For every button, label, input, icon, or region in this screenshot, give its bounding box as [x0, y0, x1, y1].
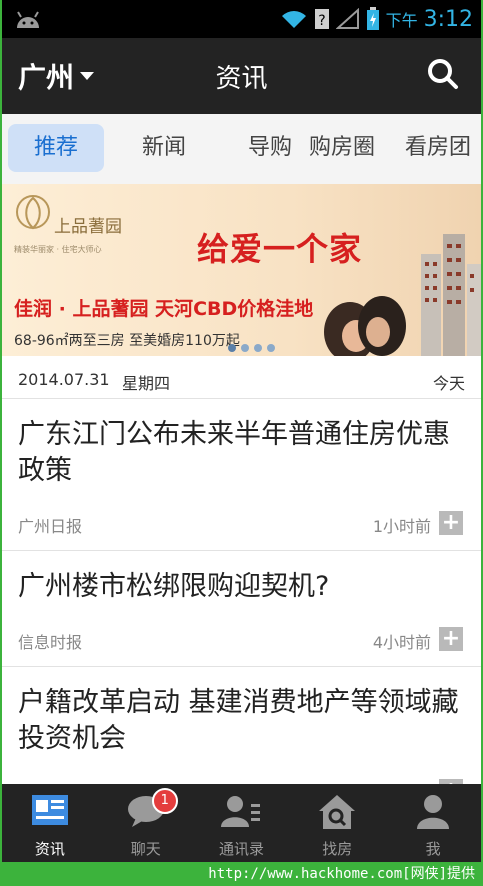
banner-brand: 上品蓍园	[54, 217, 122, 237]
weekday-label: 星期四	[122, 374, 171, 393]
buildings-illustration	[421, 234, 481, 356]
sim-unknown-icon: ?	[314, 9, 329, 29]
nav-contacts[interactable]: 通讯录	[194, 784, 290, 862]
city-label: 广州	[18, 61, 75, 94]
status-ampm: 下午	[385, 11, 418, 30]
nav-chat-label: 聊天	[130, 840, 161, 858]
article-source: 信息时报	[18, 633, 83, 652]
person-icon	[417, 795, 450, 829]
article-time: 4小时前	[372, 633, 431, 652]
tab-house-viewing-group[interactable]: 看房团	[398, 124, 478, 172]
promo-banner[interactable]: 上品蓍园 精装华丽家 · 住宅大师心 给爱一个家 佳润 · 上品蓍园 天河CBD…	[2, 184, 481, 356]
article-source: 广州日报	[18, 517, 83, 536]
news-list-item[interactable]: 广州楼市松绑限购迎契机? 信息时报 4小时前 +	[2, 551, 481, 667]
nav-find-house[interactable]: 找房	[289, 784, 385, 862]
tab-recommended[interactable]: 推荐	[8, 124, 104, 172]
contacts-icon	[221, 796, 261, 827]
city-selector[interactable]: 广州	[18, 56, 95, 96]
dropdown-arrow-icon	[80, 72, 95, 80]
bottom-navigation: 资讯 1 聊天 通讯录 找房 我	[2, 784, 481, 862]
nav-chat[interactable]: 1 聊天	[98, 784, 194, 862]
date-label: 2014.07.31	[18, 370, 110, 389]
search-icon	[428, 59, 458, 89]
couple-photo	[324, 296, 406, 356]
status-bar: ? 下午 3:12	[2, 0, 481, 38]
app-screen: ? 下午 3:12 广州 资讯 推荐 新闻 导购 购房圈 看房团 上品蓍园 精装…	[2, 0, 481, 862]
pager-dot[interactable]	[241, 344, 249, 352]
pager-dot[interactable]	[267, 344, 275, 352]
title-bar: 广州 资讯	[2, 38, 481, 114]
wifi-icon	[281, 11, 306, 28]
article-headline: 广东江门公布未来半年普通住房优惠政策	[18, 419, 450, 486]
nav-find-house-label: 找房	[322, 840, 353, 858]
banner-headline: 佳润 · 上品蓍园 天河CBD价格洼地	[14, 298, 314, 320]
unread-badge: 1	[151, 788, 178, 814]
add-icon[interactable]: +	[439, 627, 463, 651]
date-header: 2014.07.31 星期四 今天	[2, 362, 481, 399]
nav-contacts-label: 通讯录	[218, 840, 264, 858]
nav-news-label: 资讯	[34, 840, 65, 858]
pager-dot[interactable]	[228, 344, 236, 352]
category-tabs: 推荐 新闻 导购 购房圈 看房团	[2, 114, 481, 185]
add-icon[interactable]: +	[439, 511, 463, 535]
android-icon	[17, 11, 39, 28]
watermark-text: http://www.hackhome.com[网侠]提供	[208, 866, 475, 882]
today-label: 今天	[432, 374, 465, 393]
pager-dot[interactable]	[254, 344, 262, 352]
banner-slogan: 给爱一个家	[197, 230, 363, 268]
news-icon	[31, 795, 68, 825]
battery-charging-icon	[366, 7, 379, 30]
status-clock: 3:12	[423, 6, 473, 32]
house-search-icon	[319, 795, 356, 829]
signal-icon	[335, 8, 359, 29]
svg-text:?: ?	[318, 13, 325, 29]
tab-news[interactable]: 新闻	[124, 124, 204, 172]
article-headline: 户籍改革启动 基建消费地产等领域藏投资机会	[18, 687, 459, 754]
banner-subline: 68-96㎡两至三房 至美婚房110万起	[14, 333, 240, 349]
tab-home-buying-circle[interactable]: 购房圈	[302, 124, 382, 172]
nav-news[interactable]: 资讯	[2, 784, 98, 862]
news-list-item[interactable]: 广东江门公布未来半年普通住房优惠政策 广州日报 1小时前 +	[2, 399, 481, 551]
nav-me[interactable]: 我	[385, 784, 481, 862]
brand-logo-icon	[16, 195, 50, 230]
banner-pager	[228, 344, 275, 352]
nav-me-label: 我	[425, 840, 441, 858]
article-time: 1小时前	[372, 517, 431, 536]
tab-shopping-guide[interactable]: 导购	[240, 124, 300, 172]
search-button[interactable]	[427, 58, 459, 94]
banner-brand-sub: 精装华丽家 · 住宅大师心	[14, 245, 102, 254]
article-headline: 广州楼市松绑限购迎契机?	[18, 571, 330, 602]
